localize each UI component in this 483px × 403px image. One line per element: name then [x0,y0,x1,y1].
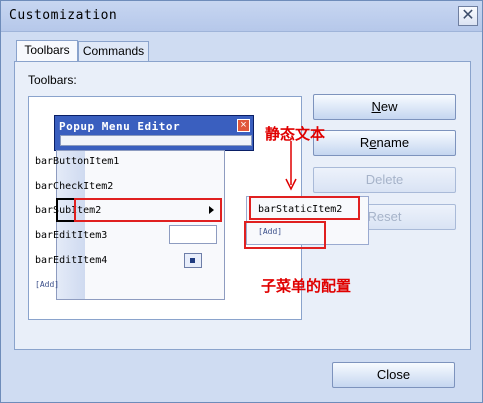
popup-editor-title: Popup Menu Editor [59,120,181,133]
menu-item[interactable]: barEditItem3 [35,230,107,241]
menu-item[interactable]: barCheckItem2 [35,181,113,192]
annotation-submenu-config: 子菜单的配置 [261,277,352,295]
menu-item[interactable]: barEditItem4 [35,255,107,266]
tab-toolbars[interactable]: Toolbars [16,40,78,61]
window-title: Customization [9,8,118,23]
rename-accel: e [369,135,377,150]
menu-gutter [57,151,85,299]
new-accel: N [371,99,381,114]
customization-dialog: Customization ✕ Toolbars Commands Toolba… [0,0,483,403]
edit-item-4-button[interactable] [184,253,202,268]
annotation-arrow-icon [285,141,297,191]
static-item-highlight [249,196,360,220]
new-rest: ew [380,99,398,114]
editor-close-icon[interactable]: × [237,119,250,132]
subitem-highlight [74,198,222,222]
rename-button[interactable]: Rename [313,130,456,156]
submenu-add-highlight [244,221,326,249]
toolbars-label: Toolbars: [28,73,77,87]
close-button[interactable]: Close [332,362,455,388]
rename-pre: R [359,135,370,150]
tab-commands[interactable]: Commands [78,41,149,61]
title-bar: Customization ✕ [1,1,482,32]
editor-strip [60,135,252,146]
close-icon[interactable]: ✕ [458,6,478,26]
edit-item-3-field[interactable] [169,225,217,244]
rename-post: name [376,135,410,150]
popup-menu-editor: Popup Menu Editor × [54,115,254,151]
delete-button[interactable]: Delete [313,167,456,193]
new-button[interactable]: New [313,94,456,120]
menu-item[interactable]: barButtonItem1 [35,156,119,167]
menu-add-link[interactable]: [Add] [35,280,59,289]
